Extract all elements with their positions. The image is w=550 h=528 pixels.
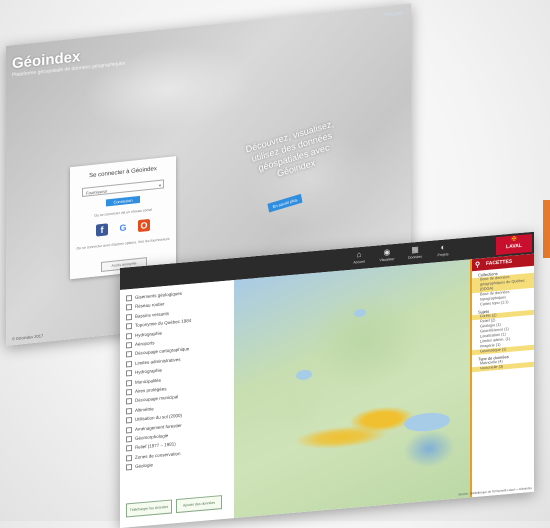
geoindex-logo[interactable]: Géoindex Plateforme géospatiale de donné… <box>12 43 125 78</box>
layer-item[interactable]: Bassins versants <box>126 311 169 321</box>
layer-label: Aménagement forestier <box>135 422 182 432</box>
nav-projects[interactable]: ◐ Projets <box>430 241 456 261</box>
layer-checkbox[interactable] <box>126 304 132 311</box>
layer-label: Toponymie du Québec 1984 <box>135 318 192 329</box>
map-view[interactable] <box>234 259 472 519</box>
filter-icon: ⚲ <box>475 261 481 269</box>
social-note: Ou se connecter via un réseau social <box>94 207 152 218</box>
nav-label: Données <box>407 254 422 260</box>
layer-item[interactable]: Géologie <box>126 462 154 471</box>
orange-accent-bar <box>543 200 550 258</box>
login-panel: Se connecter à Géoindex Fournisseur ▾ Co… <box>70 156 176 280</box>
layer-checkbox[interactable] <box>126 398 132 405</box>
layer-item[interactable]: Géomorphologie <box>126 433 168 443</box>
layer-checkbox[interactable] <box>126 351 132 358</box>
layer-label: Découpage municipal <box>135 394 179 404</box>
layer-label: Hydrographie <box>135 367 163 376</box>
layer-item[interactable]: Découpage municipal <box>126 394 178 405</box>
layer-checkbox[interactable] <box>126 323 132 330</box>
layer-item[interactable]: Altimétrie <box>126 406 154 415</box>
connect-button[interactable]: Connexion <box>106 195 140 207</box>
layer-label: Municipalités <box>135 377 162 385</box>
layer-item[interactable]: Aménagement forestier <box>126 422 182 434</box>
geoindex-map-screenshot: ⌂ Accueil ◉ Visualiser ▦ Données ◐ Proje… <box>120 231 534 528</box>
layer-checkbox[interactable] <box>126 464 132 471</box>
layer-item[interactable]: Relief (1977 – 1981) <box>126 442 176 452</box>
layer-checkbox[interactable] <box>126 379 132 387</box>
layer-list-panel: Gisements géologiques Réseau routier Bassi… <box>120 279 235 528</box>
layer-checkbox[interactable] <box>126 445 132 452</box>
nav-label: Accueil <box>353 259 365 265</box>
office-icon[interactable]: O <box>138 218 150 233</box>
nav-visualize[interactable]: ◉ Visualiser <box>374 246 400 266</box>
layer-label: Hydrographie <box>135 330 163 338</box>
layer-checkbox[interactable] <box>126 313 132 321</box>
provider-select[interactable]: Fournisseur ▾ <box>82 179 164 198</box>
layer-label: Relief (1977 – 1981) <box>135 441 176 451</box>
facets-panel: ⚲ FACETTES Collections Base de données gé… <box>470 253 534 498</box>
provider-select-value: Fournisseur <box>86 188 108 196</box>
layer-label: Aéroports <box>135 340 155 347</box>
learn-more-button[interactable]: En savoir plus <box>267 193 303 213</box>
layer-item[interactable]: Gisements géologiques <box>126 291 182 302</box>
facets-title: FACETTES <box>486 258 513 267</box>
nav-label: Visualiser <box>379 256 395 263</box>
footer-text: © Géoindex 2017 <box>12 333 44 342</box>
layer-label: Altimétrie <box>135 406 154 413</box>
layer-checkbox[interactable] <box>126 388 132 396</box>
layer-label: Limites administratives <box>135 356 181 366</box>
layer-checkbox[interactable] <box>126 435 132 443</box>
layer-item[interactable]: Réseau routier <box>126 301 165 311</box>
layer-label: Découpage cartographique <box>135 346 190 357</box>
layer-label: Bassins versants <box>135 310 170 319</box>
other-options-note: Ou se connecter avec d'autres options. V… <box>76 236 170 251</box>
nav-label: Projets <box>437 252 449 258</box>
layer-item[interactable]: Zones de conservation <box>126 451 181 462</box>
layer-checkbox[interactable] <box>126 332 132 340</box>
gulf-shape <box>404 411 450 434</box>
layer-checkbox[interactable] <box>126 417 132 424</box>
universite-laval-logo[interactable]: ✠ LAVAL <box>496 233 532 256</box>
layer-label: Gisements géologiques <box>135 290 183 300</box>
layer-item[interactable]: Aires protégées <box>126 386 167 396</box>
layer-item[interactable]: Limites administratives <box>126 357 181 368</box>
chevron-down-icon: ▾ <box>158 182 161 188</box>
layer-label: Aires protégées <box>135 386 167 394</box>
login-title: Se connecter à Géoindex <box>89 166 157 180</box>
layer-checkbox[interactable] <box>126 426 132 434</box>
facebook-icon[interactable]: f <box>96 223 108 237</box>
layer-checkbox[interactable] <box>126 454 132 462</box>
layer-item[interactable]: Aéroports <box>126 340 155 349</box>
nav-data[interactable]: ▦ Données <box>402 243 428 263</box>
facets-body: Collections Base de données géographiques… <box>472 266 534 373</box>
layer-label: Zones de conservation <box>135 450 181 460</box>
layer-checkbox[interactable] <box>126 294 132 302</box>
layer-item[interactable]: Municipalités <box>126 377 162 387</box>
layer-checkbox[interactable] <box>126 370 132 377</box>
layer-label: Réseau routier <box>135 301 165 310</box>
layer-label: Géomorphologie <box>135 432 169 441</box>
language-link[interactable]: Français <box>384 10 403 18</box>
google-icon[interactable]: G <box>117 221 129 235</box>
layer-label: Utilisation du sol (2000) <box>135 412 183 423</box>
layer-checkbox[interactable] <box>126 360 132 368</box>
layer-label: Géologie <box>135 462 154 470</box>
nav-home[interactable]: ⌂ Accueil <box>346 248 372 268</box>
layer-item[interactable]: Toponymie du Québec 1984 <box>126 318 191 330</box>
lake-shape <box>354 308 366 318</box>
layer-checkbox[interactable] <box>126 407 132 415</box>
layer-item[interactable]: Hydrographie <box>126 330 163 340</box>
tagline: Découvrez, visualisez, utilisez des donn… <box>244 118 335 179</box>
layer-item[interactable]: Hydrographie <box>126 368 162 377</box>
lake-shape <box>296 369 312 381</box>
layer-checkbox[interactable] <box>126 341 132 349</box>
